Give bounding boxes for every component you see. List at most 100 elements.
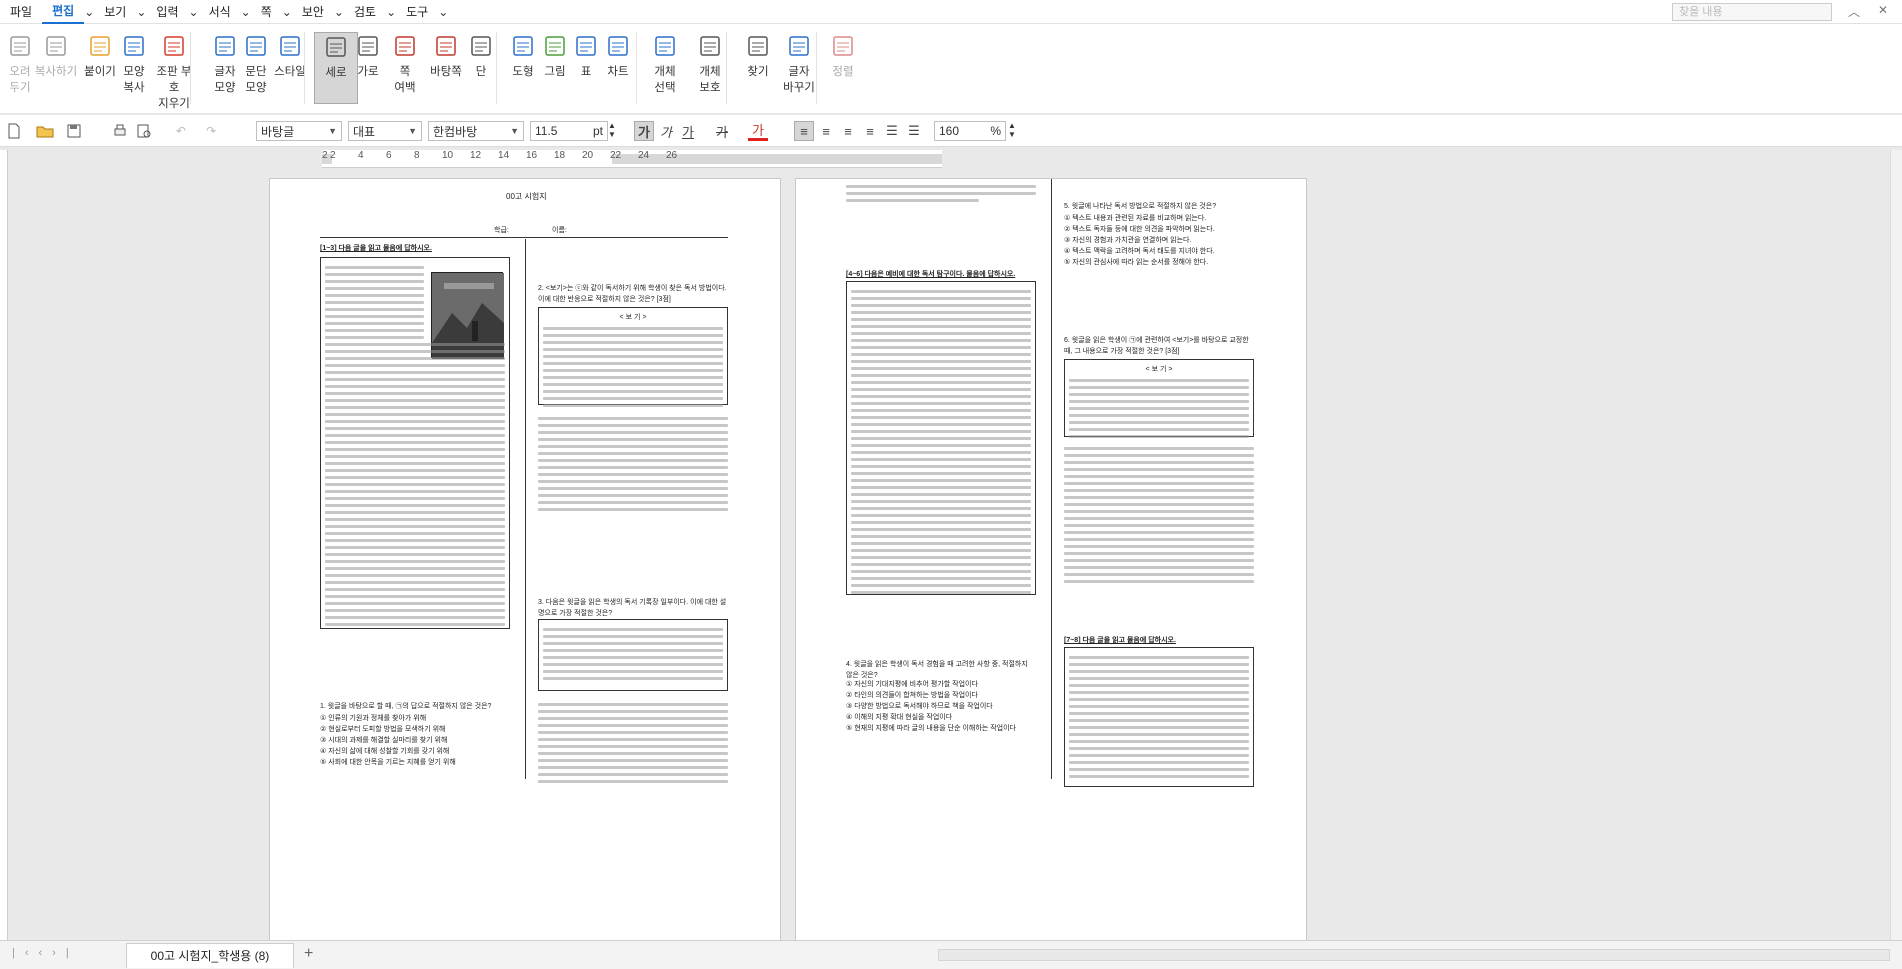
align-right-icon[interactable]: ≡: [860, 121, 880, 141]
underline-button[interactable]: 가: [678, 121, 698, 141]
add-tab-icon[interactable]: +: [304, 945, 313, 963]
distribute-icon[interactable]: ☰: [882, 121, 902, 141]
menu-item-7[interactable]: 검토: [344, 0, 386, 24]
new-doc-icon[interactable]: [6, 121, 22, 141]
text-line: [851, 416, 1031, 419]
text-line: [851, 437, 1031, 440]
choice-item: ② 텍스트 독자들 등에 대한 의견을 파악하며 읽는다.: [1064, 226, 1215, 233]
font-color-button[interactable]: 가: [748, 121, 768, 141]
text-line: [538, 780, 728, 783]
print-preview-icon[interactable]: [136, 121, 152, 141]
text-line: [325, 546, 505, 549]
text-line: [325, 385, 505, 388]
text-line: [538, 745, 728, 748]
text-line: [851, 444, 1031, 447]
print-icon[interactable]: [112, 121, 128, 141]
size-spinner[interactable]: ▲ ▼: [608, 121, 616, 141]
ribbon-separator: [726, 32, 727, 104]
text-line: [851, 535, 1031, 538]
style-select[interactable]: 바탕글 ▼: [256, 121, 342, 141]
divide-icon[interactable]: ☰: [904, 121, 924, 141]
save-icon[interactable]: [66, 121, 82, 141]
zoom-spinner[interactable]: ▲ ▼: [1008, 121, 1016, 141]
section-7-heading: [7~8] 다음 글을 읽고 물음에 답하시오.: [1064, 637, 1176, 644]
ribbon-separator: [496, 32, 497, 104]
menu-item-8[interactable]: 도구: [396, 0, 438, 24]
redo-icon[interactable]: ↷: [206, 121, 216, 141]
ribbon-copy-button[interactable]: 복사하기: [34, 32, 78, 80]
horizontal-scrollbar[interactable]: [938, 949, 1890, 961]
text-line: [1069, 414, 1249, 417]
text-line: [325, 392, 505, 395]
undo-icon[interactable]: ↶: [176, 121, 186, 141]
text-line: [851, 395, 1031, 398]
ribbon-sort-button[interactable]: 정렬: [821, 32, 865, 80]
align-left-icon[interactable]: ≡: [816, 121, 836, 141]
bold-button[interactable]: 가: [634, 121, 654, 141]
text-line: [1064, 489, 1254, 492]
page-nav-icons[interactable]: |‹‹›|: [12, 947, 79, 959]
text-line: [1064, 538, 1254, 541]
menu-item-6[interactable]: 보안: [292, 0, 334, 24]
menu-item-2[interactable]: 보기: [94, 0, 136, 24]
char-replace-icon: [784, 32, 814, 60]
align-center-icon[interactable]: ≡: [838, 121, 858, 141]
text-line: [325, 602, 505, 605]
record-box: [538, 619, 728, 691]
text-line: [325, 343, 505, 346]
text-line: [1069, 379, 1249, 382]
text-line: [1064, 552, 1254, 555]
text-line: [1064, 559, 1254, 562]
ribbon-style-button[interactable]: 스타일: [268, 32, 312, 80]
text-line: [325, 623, 505, 626]
text-line: [1064, 475, 1254, 478]
text-line: [325, 448, 505, 451]
ribbon-chart-button[interactable]: 차트: [596, 32, 640, 80]
text-line: [851, 542, 1031, 545]
italic-button[interactable]: 가: [656, 121, 676, 141]
ribbon-binoculars-button[interactable]: 찾기: [736, 32, 780, 80]
document-tab[interactable]: 00고 시험지_학생용 (8): [126, 943, 294, 968]
text-line: [846, 185, 1036, 188]
question-6-text: 6. 윗글을 읽은 학생이 ㉠에 관련하여 <보기>를 바탕으로 교정한 때, …: [1064, 337, 1249, 355]
column-divider: [525, 239, 526, 779]
ribbon-object-select-button[interactable]: 개체 선택: [643, 32, 687, 96]
text-line: [851, 381, 1031, 384]
align-justify-icon[interactable]: ≡: [794, 121, 814, 141]
find-input[interactable]: 찾을 내용: [1672, 3, 1832, 21]
text-line: [538, 508, 728, 511]
text-line: [325, 371, 505, 374]
menu-item-4[interactable]: 서식: [199, 0, 241, 24]
ruler-tick: 4: [358, 150, 364, 161]
zoom-input[interactable]: 160%: [934, 121, 1006, 141]
ribbon-char-replace-button[interactable]: 글자 바꾸기: [777, 32, 821, 96]
text-line: [325, 266, 424, 269]
horizontal-ruler[interactable]: 2 2 4 6 8 10 12 14 16 18 20 22 24 26: [322, 150, 942, 168]
header-rule: [320, 237, 728, 238]
ruler-tick: 24: [638, 150, 650, 161]
font-size-input[interactable]: 11.5 pt: [530, 121, 608, 141]
text-line: [325, 441, 505, 444]
minimize-icon[interactable]: ︿: [1848, 3, 1860, 20]
text-line: [1064, 510, 1254, 513]
text-line: [1069, 400, 1249, 403]
ribbon-label: 정렬: [832, 66, 854, 78]
menu-item-5[interactable]: 쪽: [251, 0, 282, 24]
strike-button[interactable]: 가: [712, 121, 732, 141]
menu-item-3[interactable]: 입력: [146, 0, 188, 24]
format-painter-icon: [119, 32, 149, 60]
text-line: [538, 766, 728, 769]
ribbon-page-margin-button[interactable]: 쪽 여백: [383, 32, 427, 96]
question-6-choices: [1064, 443, 1254, 587]
language-select[interactable]: 대표 ▼: [348, 121, 422, 141]
font-select[interactable]: 한컴바탕 ▼: [428, 121, 524, 141]
text-line: [851, 507, 1031, 510]
document-area[interactable]: 00고 시험지 학급: 이름: [1~3] 다음 글을 읽고 물음에 답하시오.…: [8, 168, 1890, 940]
menu-item-0[interactable]: 파일: [0, 0, 42, 24]
menu-item-1[interactable]: 편집: [42, 0, 85, 24]
vertical-scrollbar[interactable]: [1890, 150, 1902, 940]
close-icon[interactable]: ✕: [1878, 3, 1888, 17]
text-line: [851, 409, 1031, 412]
open-folder-icon[interactable]: [36, 121, 54, 141]
ribbon-format-painter-button[interactable]: 모양 복사: [112, 32, 156, 96]
